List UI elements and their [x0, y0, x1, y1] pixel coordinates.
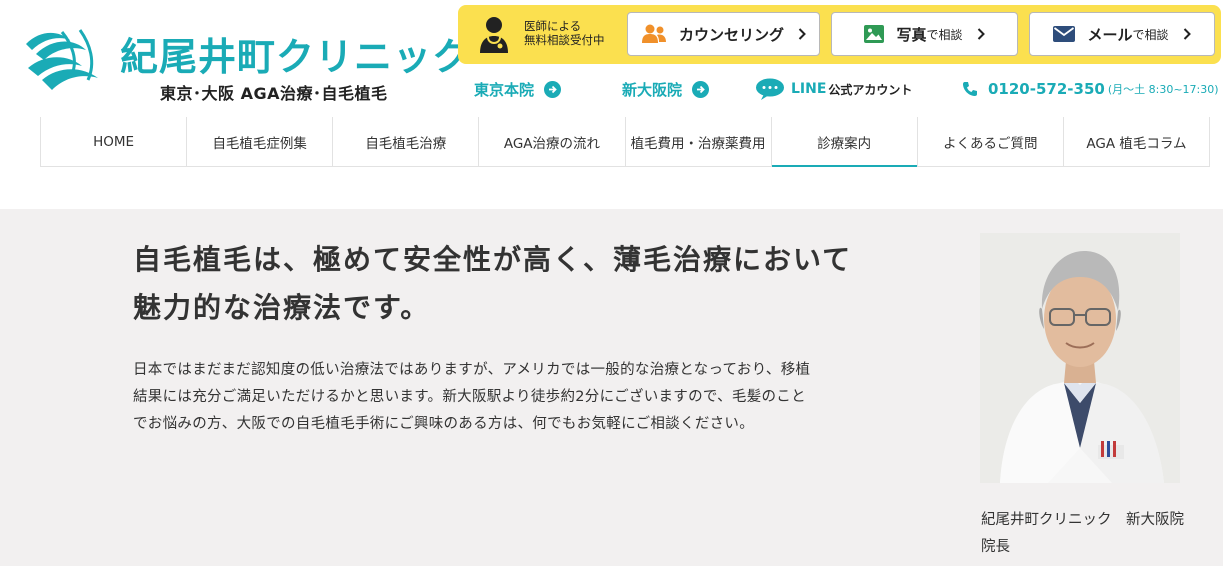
doctor-icon [480, 17, 508, 53]
mail-suffix: で相談 [1132, 27, 1169, 42]
mail-consult-button[interactable]: メール で相談 [1029, 12, 1215, 56]
intro-line-1: 日本ではまだまだ認知度の低い治療法ではありますが、アメリカでは一般的な治療となっ… [133, 362, 811, 378]
chevron-right-icon [798, 28, 806, 40]
osaka-clinic-link[interactable]: 新大阪院 [622, 76, 710, 102]
osaka-clinic-label: 新大阪院 [622, 80, 683, 99]
arrow-right-circle-icon [544, 80, 562, 98]
mail-label: メール [1087, 25, 1133, 44]
logo-tagline: 東京･大阪 AGA治療･自毛植毛 [160, 84, 388, 103]
counseling-button[interactable]: カウンセリング [627, 12, 820, 56]
nav-item-faq[interactable]: よくあるご質問 [916, 117, 1063, 166]
global-nav: HOME 自毛植毛症例集 自毛植毛治療 AGA治療の流れ 植毛費用・治療薬費用 … [40, 117, 1210, 167]
logo-wave-icon [26, 29, 98, 90]
intro-line-3: でお悩みの方、大阪での自毛植毛手術にご興味のある方は、何でもお気軽にご相談くださ… [133, 416, 755, 432]
logo-name: 紀尾井町クリニック [120, 35, 472, 79]
nav-item-pricing[interactable]: 植毛費用・治療薬費用 [624, 117, 771, 166]
chevron-right-icon [977, 28, 985, 40]
intro-paragraph: 日本ではまだまだ認知度の低い治療法ではありますが、アメリカでは一般的な治療となっ… [133, 357, 873, 438]
photo-suffix: で相談 [926, 27, 963, 42]
nav-item-column[interactable]: AGA 植毛コラム [1062, 117, 1210, 166]
director-caption: 紀尾井町クリニック 新大阪院 院長 [981, 507, 1221, 561]
counseling-label: カウンセリング [678, 25, 784, 44]
lead-line-2: 魅力的な治療法です。 [133, 291, 431, 324]
tokyo-clinic-link[interactable]: 東京本院 [474, 76, 562, 102]
caption-clinic: 紀尾井町クリニック 新大阪院 [981, 512, 1184, 528]
nav-item-transplant[interactable]: 自毛植毛治療 [332, 117, 478, 166]
image-icon [864, 25, 885, 43]
caption-title: 院長 [981, 539, 1010, 555]
line-account-link[interactable]: LINE 公式アカウント [755, 76, 912, 102]
clinic-logo[interactable]: 紀尾井町クリニック 東京･大阪 AGA治療･自毛植毛 [22, 22, 470, 103]
doctor-text-line2: 無料相談受付中 [524, 33, 605, 47]
mail-icon [1053, 26, 1076, 42]
chevron-right-icon [1183, 28, 1191, 40]
line-chat-icon [756, 78, 784, 100]
intro-line-2: 結果には充分ご満足いただけるかと思います。新大阪駅より徒歩約2分にございますので… [133, 389, 806, 405]
line-label: LINE [791, 81, 827, 97]
doctor-text-line1: 医師による [524, 19, 582, 33]
nav-item-cases[interactable]: 自毛植毛症例集 [186, 117, 332, 166]
line-account-label: 公式アカウント [828, 82, 913, 97]
photo-consult-button[interactable]: 写真 で相談 [831, 12, 1018, 56]
business-hours: (月〜土 8:30~17:30) [1107, 83, 1219, 96]
arrow-right-circle-icon [692, 80, 710, 98]
director-photo [980, 233, 1180, 483]
photo-label: 写真 [896, 25, 927, 44]
intro-section: 自毛植毛は、極めて安全性が高く、薄毛治療において 魅力的な治療法です。 日本では… [0, 209, 1223, 566]
phone-link[interactable]: 0120-572-350 (月〜土 8:30~17:30) [962, 76, 1219, 102]
lead-line-1: 自毛植毛は、極めて安全性が高く、薄毛治療において [133, 243, 853, 276]
nav-item-home[interactable]: HOME [40, 117, 186, 166]
nav-item-aga-flow[interactable]: AGA治療の流れ [478, 117, 624, 166]
phone-number: 0120-572-350 [988, 80, 1105, 98]
lead-heading: 自毛植毛は、極めて安全性が高く、薄毛治療において 魅力的な治療法です。 [133, 236, 893, 332]
nav-item-clinic-info[interactable]: 診療案内 [770, 117, 917, 167]
free-consult-notice: 医師による 無料相談受付中 [476, 13, 626, 57]
tokyo-clinic-label: 東京本院 [474, 80, 535, 99]
phone-icon [963, 82, 977, 96]
people-icon [641, 24, 667, 44]
cta-bar: 医師による 無料相談受付中 カウンセリング 写真 で相談 メール で相談 [458, 5, 1221, 64]
